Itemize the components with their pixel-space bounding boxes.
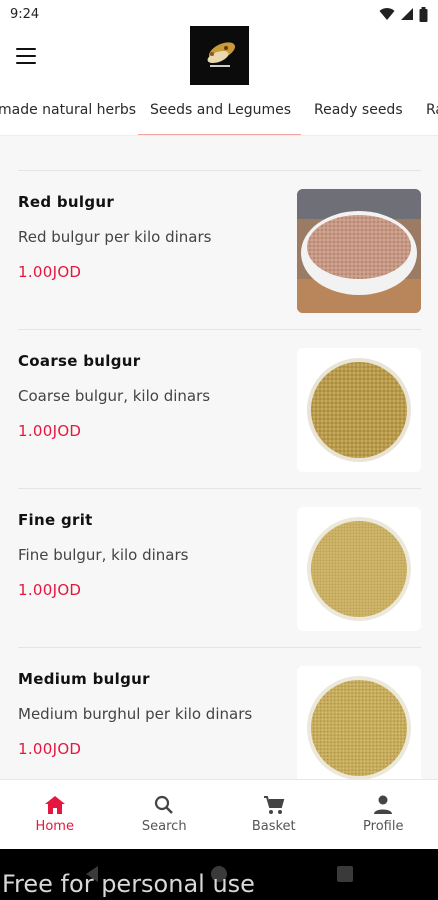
- person-icon: [374, 795, 393, 814]
- product-item[interactable]: Medium bulgur Medium burghul per kilo di…: [0, 648, 438, 779]
- tab-seeds-and-legumes[interactable]: Seeds and Legumes: [138, 88, 301, 135]
- product-price: 1.00JOD: [18, 581, 82, 599]
- product-description: Fine bulgur, kilo dinars: [18, 546, 189, 564]
- nav-search-label: Search: [141, 819, 187, 834]
- product-price: 1.00JOD: [18, 263, 82, 281]
- search-icon: [155, 795, 174, 814]
- category-tabs: made natural herbs Seeds and Legumes Rea…: [0, 88, 438, 136]
- product-image: [297, 189, 421, 313]
- nav-basket[interactable]: Basket: [219, 780, 329, 849]
- nav-search[interactable]: Search: [110, 780, 220, 849]
- product-name: Medium bulgur: [18, 670, 150, 688]
- product-item[interactable]: Fine grit Fine bulgur, kilo dinars 1.00J…: [0, 489, 438, 647]
- product-name: Red bulgur: [18, 193, 115, 211]
- nav-home[interactable]: Home: [0, 780, 110, 849]
- product-image: [297, 507, 421, 631]
- nav-basket-label: Basket: [251, 819, 296, 834]
- tab-natural-herbs[interactable]: made natural herbs: [0, 88, 148, 135]
- bottom-navigation: Home Search Basket Profile: [0, 779, 438, 849]
- product-item[interactable]: Red bulgur Red bulgur per kilo dinars 1.…: [0, 171, 438, 329]
- menu-button[interactable]: [14, 46, 38, 66]
- app-bar: [0, 26, 438, 88]
- product-description: Red bulgur per kilo dinars: [18, 228, 212, 246]
- product-image: [297, 666, 421, 779]
- status-time: 9:24: [10, 6, 40, 22]
- red-bulgur-bowl-image: [297, 189, 421, 313]
- hamburger-icon: [16, 48, 36, 50]
- brand-logo: [190, 26, 249, 85]
- recents-icon[interactable]: [337, 866, 353, 882]
- product-name: Fine grit: [18, 511, 93, 529]
- nav-profile-label: Profile: [363, 819, 404, 834]
- coarse-bulgur-plate-image: [297, 348, 421, 472]
- product-item[interactable]: Coarse bulgur Coarse bulgur, kilo dinars…: [0, 330, 438, 488]
- signal-icon: [401, 8, 413, 20]
- fine-bulgur-plate-image: [297, 507, 421, 631]
- battery-icon: [419, 6, 428, 22]
- status-icons: [379, 6, 428, 22]
- product-price: 1.00JOD: [18, 740, 82, 758]
- status-bar: 9:24: [0, 0, 438, 28]
- logo-mark-icon: [207, 41, 235, 67]
- product-list: Red bulgur Red bulgur per kilo dinars 1.…: [0, 136, 438, 779]
- product-price: 1.00JOD: [18, 422, 82, 440]
- nav-home-label: Home: [35, 819, 74, 834]
- cart-icon: [263, 796, 285, 814]
- product-description: Coarse bulgur, kilo dinars: [18, 387, 211, 405]
- tab-next-category[interactable]: Ra: [414, 88, 438, 135]
- product-image: [297, 348, 421, 472]
- watermark-text: Free for personal use: [2, 870, 255, 898]
- nav-profile[interactable]: Profile: [329, 780, 438, 849]
- wifi-icon: [379, 8, 395, 20]
- home-icon: [44, 796, 65, 814]
- product-name: Coarse bulgur: [18, 352, 141, 370]
- tab-ready-seeds[interactable]: Ready seeds: [302, 88, 415, 135]
- product-description: Medium burghul per kilo dinars: [18, 705, 253, 723]
- medium-bulgur-plate-image: [297, 666, 421, 779]
- product-list-area[interactable]: Red bulgur Red bulgur per kilo dinars 1.…: [0, 136, 438, 779]
